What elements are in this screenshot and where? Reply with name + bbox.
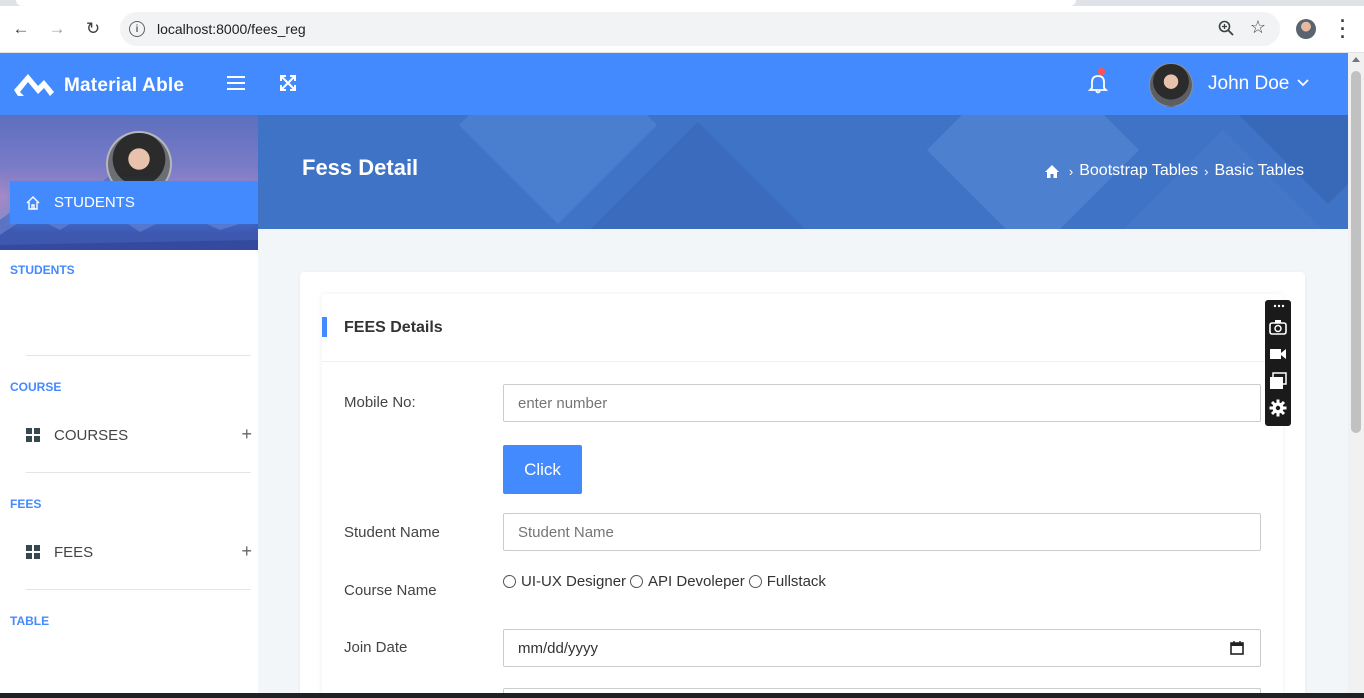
grid-icon xyxy=(26,545,40,559)
course-radio-group: UI-UX Designer API Devoleper Fullstack xyxy=(503,573,830,590)
url-text: localhost:8000/fees_reg xyxy=(157,21,306,37)
radio-label: API Devoleper xyxy=(648,573,745,590)
sidebar-item-students[interactable]: STUDENTS xyxy=(10,181,258,224)
divider xyxy=(26,589,251,590)
section-label-fees: FEES xyxy=(10,497,42,511)
expand-plus-icon[interactable]: + xyxy=(241,541,252,562)
more-dots-icon[interactable] xyxy=(1269,302,1287,310)
course-name-label: Course Name xyxy=(344,582,437,599)
card-title: FEES Details xyxy=(344,319,443,336)
radio-label: UI-UX Designer xyxy=(521,573,627,590)
page-scrollbar[interactable] xyxy=(1348,53,1364,698)
radio-label: Fullstack xyxy=(766,573,826,590)
accent-bar xyxy=(322,317,327,337)
sidebar-item-courses[interactable]: COURSES + xyxy=(10,415,258,455)
join-date-value: mm/dd/yyyy xyxy=(518,639,599,657)
bookmark-star-icon[interactable]: ☆ xyxy=(1250,17,1266,38)
browser-tab[interactable] xyxy=(16,0,1076,6)
section-label-table: TABLE xyxy=(10,614,50,628)
divider xyxy=(26,355,251,356)
sidebar-item-label: COURSES xyxy=(54,426,129,444)
mobile-input[interactable] xyxy=(503,384,1261,422)
breadcrumb-separator: › xyxy=(1068,163,1074,179)
taskbar-strip xyxy=(0,693,1364,698)
join-date-label: Join Date xyxy=(344,639,408,656)
radio-button[interactable] xyxy=(748,575,762,588)
section-label-course: COURSE xyxy=(10,380,62,394)
camera-icon[interactable] xyxy=(1269,318,1287,336)
address-bar[interactable]: i localhost:8000/fees_reg ☆ xyxy=(120,12,1280,46)
header-username[interactable]: John Doe xyxy=(1208,73,1289,95)
calendar-icon[interactable] xyxy=(1230,641,1244,655)
radio-button[interactable] xyxy=(630,575,644,588)
expand-plus-icon[interactable]: + xyxy=(241,424,252,445)
reload-icon[interactable]: ↻ xyxy=(82,18,104,40)
video-camera-icon[interactable] xyxy=(1269,345,1287,363)
radio-option-ui-ux[interactable]: UI-UX Designer xyxy=(503,573,626,590)
brand-name: Material Able xyxy=(64,75,185,96)
divider xyxy=(26,472,251,473)
zoom-icon[interactable] xyxy=(1218,20,1234,36)
join-date-input[interactable]: mm/dd/yyyy xyxy=(503,629,1261,667)
browser-toolbar: ← → ↻ i localhost:8000/fees_reg ☆ · · · xyxy=(0,0,1364,53)
click-button[interactable]: Click xyxy=(503,445,582,494)
back-arrow-icon[interactable]: ← xyxy=(10,18,32,40)
hamburger-menu-icon[interactable] xyxy=(227,76,245,90)
home-icon xyxy=(26,195,40,210)
breadcrumb-separator: › xyxy=(1204,163,1209,179)
fullscreen-expand-icon[interactable] xyxy=(278,73,298,93)
browser-menu-icon[interactable]: · · · xyxy=(1338,12,1348,46)
site-info-icon[interactable]: i xyxy=(129,21,145,37)
breadcrumb-link-bootstrap-tables[interactable]: Bootstrap Tables xyxy=(1079,162,1198,180)
radio-option-fullstack[interactable]: Fullstack xyxy=(748,573,826,590)
breadcrumb-link-basic-tables[interactable]: Basic Tables xyxy=(1214,162,1304,180)
notification-bell-icon[interactable] xyxy=(1087,72,1109,94)
user-avatar[interactable] xyxy=(1149,63,1193,107)
page-header-band: Fess Detail › Bootstrap Tables › Basic T… xyxy=(258,115,1348,229)
breadcrumb: › Bootstrap Tables › Basic Tables xyxy=(1044,162,1304,180)
window-capture-icon[interactable] xyxy=(1269,372,1287,390)
sidebar-item-label: FEES xyxy=(54,543,94,561)
chevron-down-icon[interactable] xyxy=(1297,79,1309,87)
grid-icon xyxy=(26,428,40,442)
card-header: FEES Details xyxy=(322,294,1283,362)
section-label-students: STUDENTS xyxy=(10,263,75,277)
screen-capture-toolbar xyxy=(1265,300,1291,426)
page-title: Fess Detail xyxy=(302,155,419,180)
sidebar-item-label: STUDENTS xyxy=(54,194,135,211)
logo-icon xyxy=(14,74,54,96)
gear-icon[interactable] xyxy=(1269,399,1287,417)
sidebar-item-fees[interactable]: FEES + xyxy=(10,532,258,572)
breadcrumb-home-icon[interactable] xyxy=(1044,164,1059,178)
student-name-label: Student Name xyxy=(344,524,440,541)
forward-arrow-icon[interactable]: → xyxy=(46,18,68,40)
notification-badge xyxy=(1098,68,1105,75)
mobile-label: Mobile No: xyxy=(344,394,416,411)
student-name-input[interactable] xyxy=(503,513,1261,551)
scroll-up-arrow-icon[interactable] xyxy=(1352,57,1360,62)
tab-strip xyxy=(0,0,1364,6)
radio-option-api[interactable]: API Devoleper xyxy=(630,573,745,590)
browser-profile-avatar[interactable] xyxy=(1296,19,1316,39)
scrollbar-thumb[interactable] xyxy=(1351,71,1361,433)
app-header: Material Able John Doe xyxy=(0,53,1348,115)
radio-button[interactable] xyxy=(503,575,516,588)
